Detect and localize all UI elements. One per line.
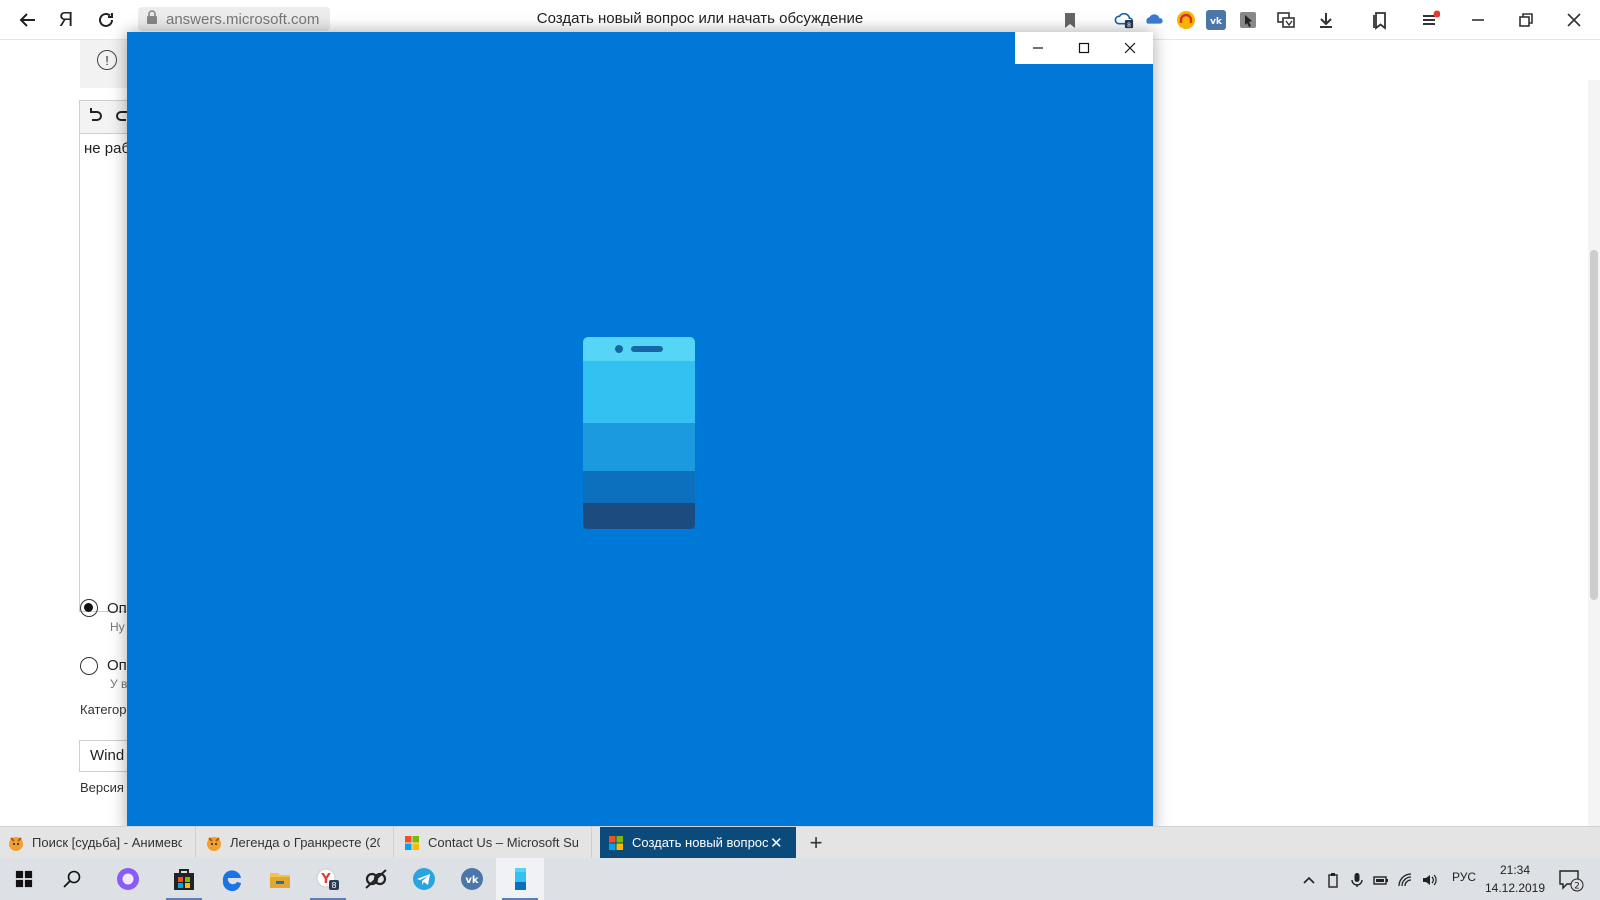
tab-animevost[interactable]: Поиск [судьба] - Анимевост (0, 827, 196, 858)
vk-extension-icon[interactable]: vk (1204, 8, 1228, 32)
reload-icon[interactable] (94, 8, 118, 32)
info-icon: ! (97, 50, 117, 70)
taskbar-vk[interactable]: vk (448, 858, 496, 900)
windows-logo-icon (15, 870, 33, 888)
cloud-badge: 8 (1127, 22, 1131, 29)
taskbar-yandex-browser[interactable]: Y8 (304, 858, 352, 900)
download-icon[interactable] (1314, 8, 1338, 32)
radio-question-sub: Ну (110, 620, 125, 634)
radio-discussion-label: Оп (107, 657, 127, 674)
tab-new-question[interactable]: Создать новый вопрос или ✕ (600, 827, 796, 858)
link-app-icon (365, 869, 387, 889)
window-controls (1015, 32, 1153, 64)
start-button[interactable] (0, 858, 48, 900)
phone-app-icon (515, 868, 526, 890)
tab-title: Легенда о Гранкресте (2018) (230, 835, 380, 850)
url-text: answers.microsoft.com (166, 10, 320, 28)
new-tab-button[interactable]: + (804, 830, 828, 856)
close-icon (1124, 42, 1136, 54)
version-label: Версия (80, 780, 124, 795)
tray-usb-icon[interactable] (1324, 871, 1342, 889)
tray-volume-icon[interactable] (1420, 871, 1438, 889)
action-center-button[interactable]: 2 (1558, 868, 1584, 892)
notification-icon: 2 (1559, 870, 1584, 892)
undo-icon[interactable] (86, 107, 104, 130)
tab-title: Contact Us – Microsoft Support (428, 835, 578, 850)
weather-cloud-icon[interactable] (1142, 8, 1166, 32)
address-bar[interactable]: answers.microsoft.com (138, 7, 330, 31)
yandex-taskbar-badge: 8 (331, 881, 336, 890)
page-scrollbar[interactable] (1588, 80, 1600, 866)
svg-text:vk: vk (1210, 17, 1223, 27)
notification-count: 2 (1574, 882, 1580, 892)
microsoft-favicon-icon (608, 835, 624, 851)
radio-question-label: Оп (107, 600, 127, 617)
scrollbar-thumb[interactable] (1590, 250, 1598, 600)
alice-icon (117, 868, 139, 890)
editor-text: не раб (84, 140, 131, 157)
show-hidden-icons-chevron-up-icon[interactable] (1300, 871, 1318, 889)
radio-discussion-sub: У в (110, 677, 128, 691)
tiger-favicon-icon (206, 835, 222, 851)
tray-clock[interactable]: 21:34 14.12.2019 (1484, 861, 1546, 897)
taskbar-telegram[interactable] (400, 858, 448, 900)
alice-assistant-button[interactable] (104, 858, 152, 900)
tab-title: Поиск [судьба] - Анимевост (32, 835, 182, 850)
tab-grancrest[interactable]: Легенда о Гранкресте (2018) (198, 827, 394, 858)
taskbar-explorer[interactable] (256, 858, 304, 900)
vk-icon: vk (461, 868, 483, 890)
window-maximize-button[interactable] (1061, 32, 1107, 64)
taskbar-your-phone[interactable] (496, 858, 544, 900)
tray-battery-icon[interactable] (1372, 871, 1390, 889)
search-icon (63, 870, 81, 888)
category-label: Категор (80, 702, 127, 717)
edge-icon (222, 870, 241, 892)
restore-icon[interactable] (1514, 8, 1538, 32)
tiger-favicon-icon (8, 835, 24, 851)
microsoft-favicon-icon (404, 835, 420, 851)
browser-tab-strip: Поиск [судьба] - Анимевост Легенда о Гра… (0, 826, 1600, 858)
maximize-icon (1078, 42, 1090, 54)
close-icon[interactable] (1562, 8, 1586, 32)
menu-icon[interactable] (1418, 8, 1442, 32)
tray-language[interactable]: РУС (1452, 870, 1476, 884)
bookmarks-panel-icon[interactable] (1368, 8, 1392, 32)
app-splash-window (127, 32, 1153, 834)
lock-icon (146, 10, 158, 28)
page-title: Создать новый вопрос или начать обсужден… (536, 10, 864, 27)
telegram-icon (413, 868, 435, 890)
window-close-button[interactable] (1107, 32, 1153, 64)
cursor-extension-icon[interactable] (1236, 8, 1260, 32)
cloud-sync-icon[interactable]: 8 (1112, 8, 1136, 32)
tab-close-icon[interactable]: ✕ (770, 834, 783, 852)
tray-wifi-icon[interactable] (1396, 871, 1414, 889)
clock-time: 21:34 (1499, 863, 1531, 877)
radio-discussion[interactable] (80, 657, 98, 675)
tray-microphone-icon[interactable] (1348, 871, 1366, 889)
bookmark-icon[interactable] (1058, 8, 1082, 32)
headphones-extension-icon[interactable] (1174, 8, 1198, 32)
windows-taskbar: Y8 vk РУС 21:34 14.12.2019 2 (0, 858, 1600, 900)
store-bag-icon (174, 869, 194, 890)
minimize-icon (1033, 47, 1043, 49)
tab-title: Создать новый вопрос или (632, 835, 768, 850)
taskbar-link-app[interactable] (352, 858, 400, 900)
window-minimize-button[interactable] (1015, 32, 1061, 64)
folder-icon (270, 873, 290, 888)
tab-contact-us[interactable]: Contact Us – Microsoft Support (396, 827, 592, 858)
search-button[interactable] (48, 858, 96, 900)
svg-text:vk: vk (465, 875, 479, 886)
yandex-letter: Я (58, 8, 74, 31)
back-arrow-icon[interactable] (16, 8, 40, 32)
phone-icon (583, 337, 695, 529)
clock-date: 14.12.2019 (1484, 881, 1546, 895)
taskbar-edge[interactable] (208, 858, 256, 900)
yandex-browser-icon: Y8 (316, 868, 339, 890)
radio-question[interactable] (80, 599, 98, 617)
taskbar-store[interactable] (160, 858, 208, 900)
minimize-icon[interactable] (1466, 8, 1490, 32)
yandex-logo-icon[interactable]: Я (54, 8, 78, 32)
translate-icon[interactable] (1274, 8, 1298, 32)
